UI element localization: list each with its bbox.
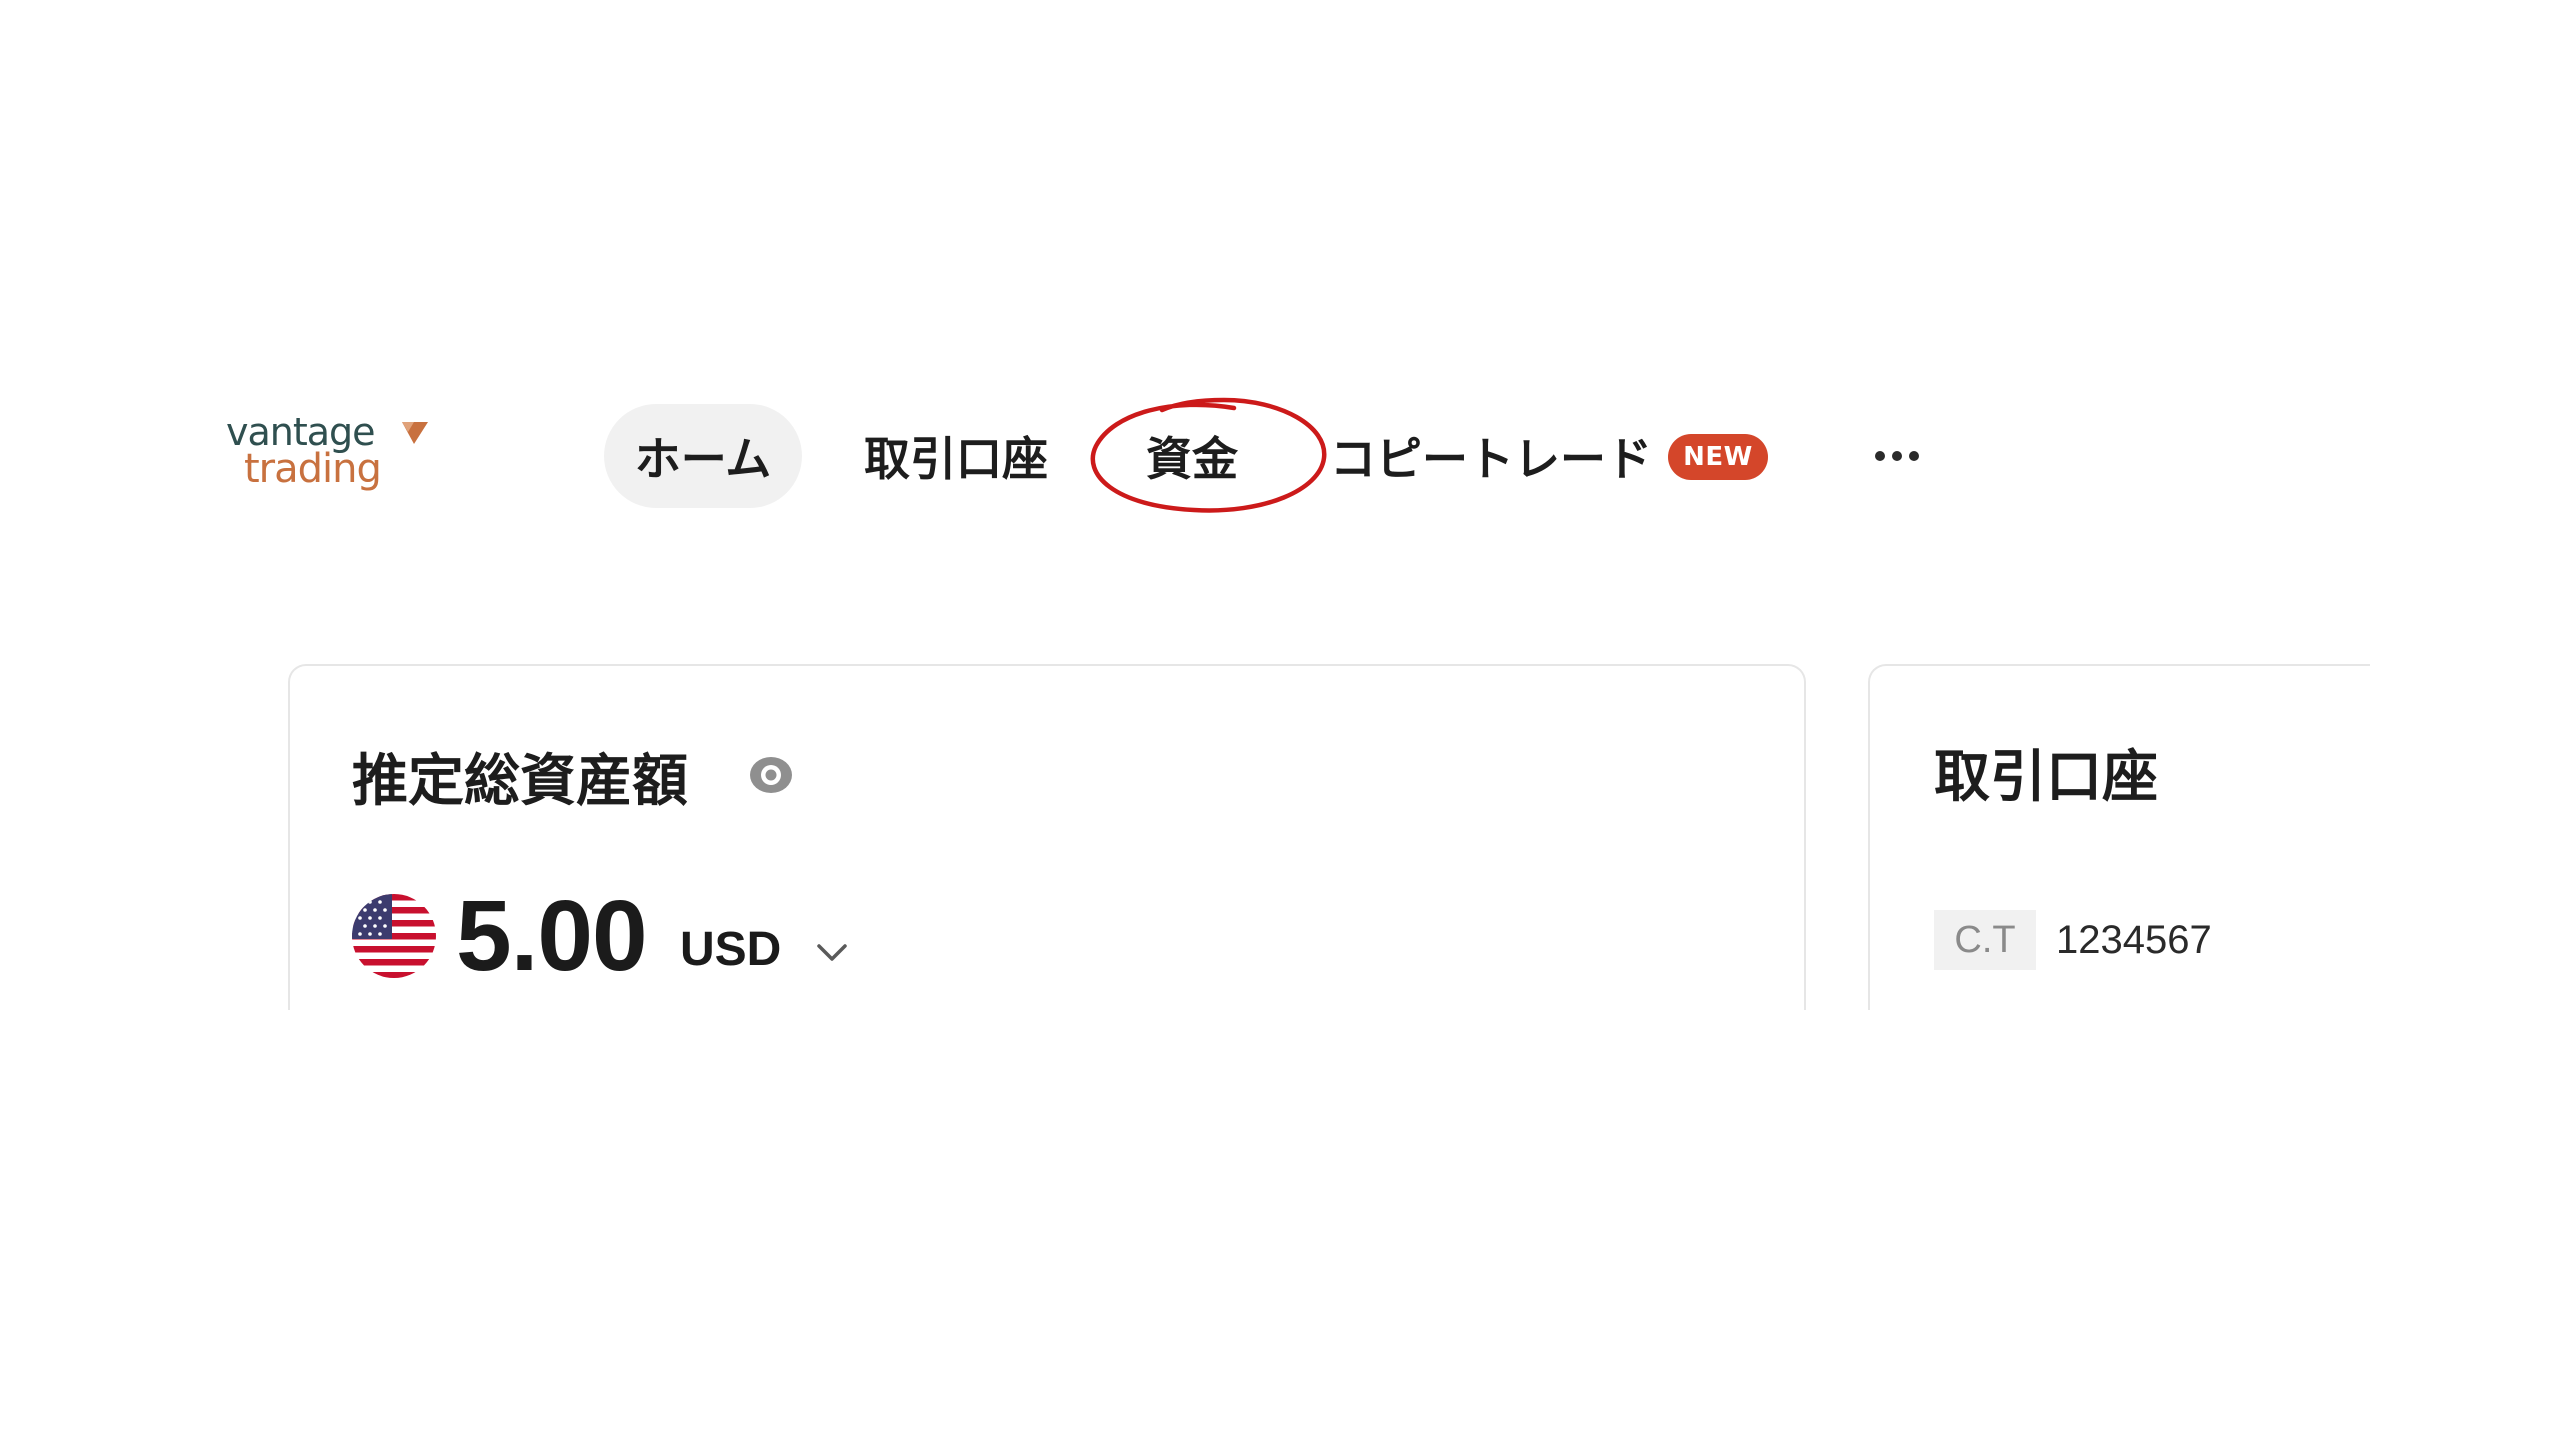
nav-item-label: コピートレード <box>1330 432 1652 486</box>
account-number[interactable]: 1234567 <box>2056 910 2212 970</box>
us-flag-icon <box>352 894 436 978</box>
nav-item-home[interactable]: ホーム <box>604 404 802 508</box>
eye-icon[interactable] <box>748 752 794 798</box>
logo-mark-icon <box>402 422 428 444</box>
nav-item-label: ホーム <box>634 432 772 486</box>
trading-accounts-card: 取引口座 C.T 1234567 <box>1868 664 2370 1010</box>
more-menu-button[interactable] <box>1864 404 1930 508</box>
screen: vantage trading ホーム 取引口座 資金 コピートレード NEW <box>0 0 2560 1429</box>
chevron-down-icon[interactable] <box>814 938 850 968</box>
currency-label[interactable]: USD <box>680 922 781 977</box>
vantage-trading-logo[interactable]: vantage trading <box>222 410 432 500</box>
nav-item-trading-accounts[interactable]: 取引口座 <box>864 404 1048 508</box>
total-assets-amount: 5.00 <box>456 880 648 992</box>
estimated-total-assets-card: 推定総資産額 5.00 USD <box>288 664 1806 1010</box>
nav-item-copy-trade[interactable]: コピートレード <box>1330 404 1652 508</box>
card-title: 推定総資産額 <box>352 749 688 814</box>
account-type-tag: C.T <box>1934 910 2036 970</box>
nav-item-funds[interactable]: 資金 <box>1146 404 1238 508</box>
more-horizontal-icon <box>1875 451 1919 461</box>
logo-text-trading: trading <box>244 446 382 492</box>
card-title: 取引口座 <box>1934 745 2158 810</box>
new-badge: NEW <box>1668 434 1768 480</box>
nav-item-label: 資金 <box>1146 432 1238 486</box>
nav-item-label: 取引口座 <box>864 432 1048 486</box>
